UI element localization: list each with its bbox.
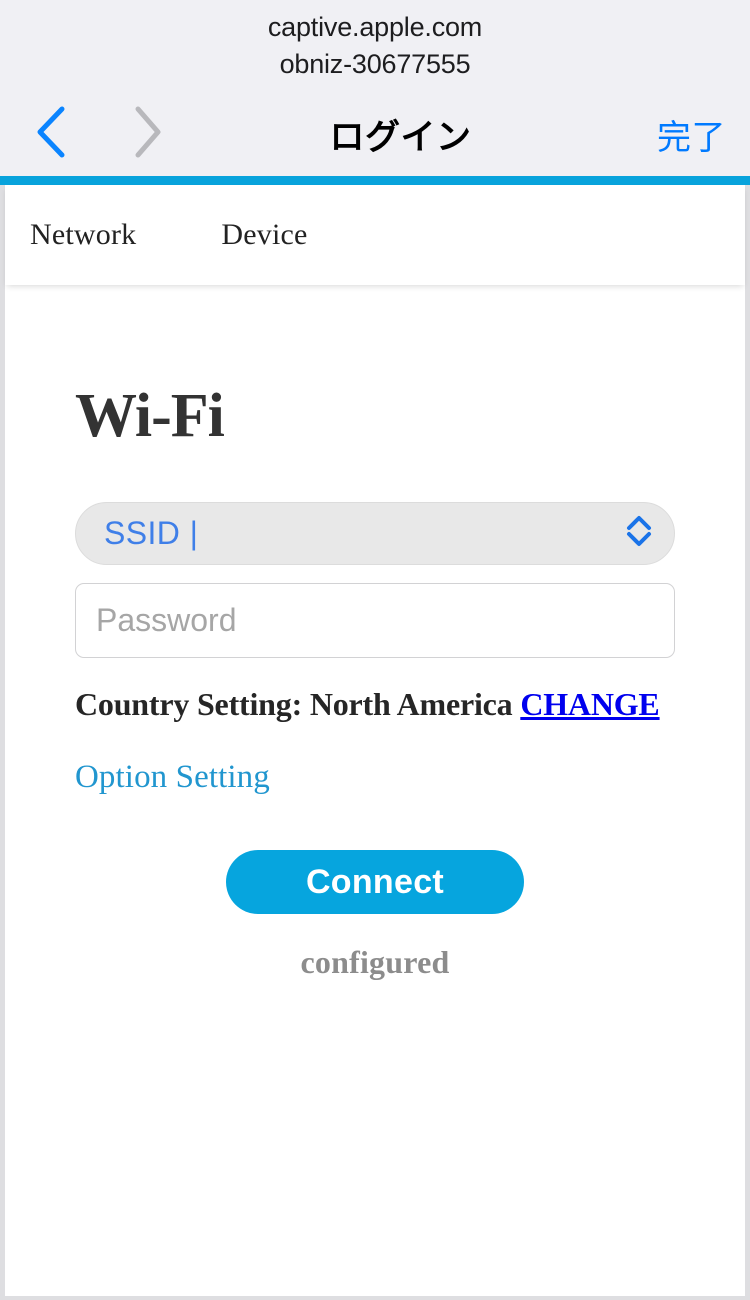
status-text: configured: [300, 944, 450, 980]
tab-bar: Network Device: [5, 185, 745, 285]
done-button[interactable]: 完了: [657, 110, 726, 159]
select-updown-icon: [624, 513, 654, 554]
password-input[interactable]: [75, 583, 675, 658]
network-name-text: obniz-30677555: [279, 49, 471, 79]
country-setting-label: Country Setting: North America: [75, 686, 513, 722]
chevron-left-icon: [34, 105, 68, 164]
wifi-form: SSID | Country Setting: North America CH…: [5, 502, 745, 981]
page-title: ログイン: [329, 117, 472, 157]
ssid-selected-value: SSID |: [104, 515, 199, 551]
url-block: captive.apple.com obniz-30677555: [0, 0, 750, 83]
browser-toolbar: ログイン 完了: [0, 92, 750, 176]
browser-header: captive.apple.com obniz-30677555 ログイン 完了: [0, 0, 750, 176]
tab-network[interactable]: Network: [30, 218, 136, 252]
url-text[interactable]: captive.apple.com: [0, 9, 750, 46]
tab-device[interactable]: Device: [221, 218, 307, 252]
connect-row: Connect: [75, 850, 745, 914]
accent-bar: [0, 176, 750, 185]
option-setting-link[interactable]: Option Setting: [75, 759, 270, 796]
wifi-heading: Wi-Fi: [75, 382, 225, 450]
portal-page: Network Device Wi-Fi SSID | Country Sett…: [0, 185, 750, 1300]
ssid-select[interactable]: SSID |: [75, 502, 675, 565]
country-setting-row: Country Setting: North America CHANGE: [75, 686, 745, 723]
back-button[interactable]: [18, 92, 84, 176]
page-content: Wi-Fi SSID | Country Setting: North Amer…: [5, 285, 745, 981]
connect-button[interactable]: Connect: [226, 850, 524, 914]
country-change-link[interactable]: CHANGE: [520, 686, 659, 722]
